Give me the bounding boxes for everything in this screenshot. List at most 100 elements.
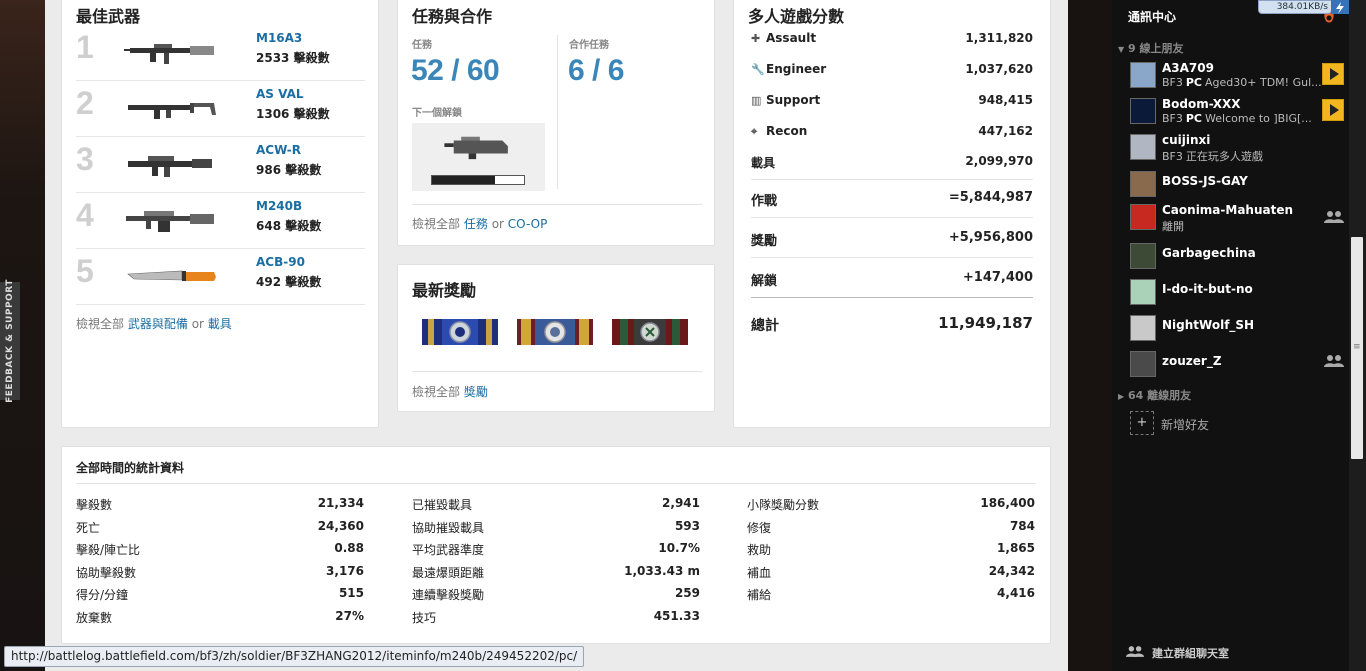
coop-link[interactable]: CO-OP <box>508 217 548 231</box>
scores-divider <box>751 179 1033 180</box>
stat-label: 得分/分鐘 <box>76 588 129 602</box>
awards-footer-prefix: 檢視全部 <box>412 385 461 399</box>
score-value: 447,162 <box>978 124 1033 138</box>
friend-item[interactable]: NightWolf_SH <box>1130 310 1350 342</box>
avatar <box>1130 98 1156 124</box>
weapon-row[interactable]: 2 AS VAL 1306 擊殺數 <box>76 81 365 137</box>
stat-label: 小隊獎勵分數 <box>747 498 820 512</box>
friend-item[interactable]: Garbagechina <box>1130 238 1350 270</box>
unlock-value: +147,400 <box>962 270 1033 285</box>
ribbon-icon[interactable] <box>517 319 593 345</box>
stat-label: 平均武器準度 <box>412 543 485 557</box>
stat-label: 技巧 <box>412 610 437 625</box>
feedback-label: FEEDBACK & SUPPORT <box>5 279 15 403</box>
weapon-kills: 648 擊殺數 <box>256 219 322 233</box>
stat-value: 593 <box>674 518 700 533</box>
group-icon <box>1126 646 1144 657</box>
friend-item[interactable]: Bodom-XXX BF3 PC Welcome to ]BIG[... <box>1130 96 1350 128</box>
ribbon-icon[interactable] <box>422 319 498 345</box>
avatar <box>1130 279 1156 305</box>
next-unlock-box[interactable] <box>412 123 545 191</box>
award-label: 獎勵 <box>751 234 778 249</box>
awards-link[interactable]: 獎勵 <box>464 385 488 399</box>
stat-label: 救助 <box>747 543 772 557</box>
friend-status: BF3 PC Aged30+ TDM! Gul... <box>1162 76 1322 89</box>
total-label: 總計 <box>751 318 779 334</box>
friend-item[interactable]: zouzer_Z <box>1130 346 1350 378</box>
expand-arrow-icon: ▶ <box>1118 392 1125 401</box>
friend-item[interactable]: BOSS-JS-GAY <box>1130 166 1350 198</box>
stat-value: 784 <box>1009 518 1035 533</box>
stat-row: 死亡 24,360 <box>76 519 364 537</box>
online-friends-section[interactable]: ▼ 9 線上朋友 <box>1118 40 1183 56</box>
add-friend-icon: + <box>1130 411 1154 435</box>
friend-name: Garbagechina <box>1162 246 1256 260</box>
friend-name: NightWolf_SH <box>1162 318 1255 332</box>
stat-row: 救助 1,865 <box>747 541 1035 559</box>
unlock-progress-bar <box>431 175 525 185</box>
weapon-row[interactable]: 3 ACW-R 986 擊殺數 <box>76 137 365 193</box>
vehicles-link[interactable]: 載具 <box>208 317 232 331</box>
weapons-equipment-link[interactable]: 武器與配備 <box>128 317 188 331</box>
friend-name: BOSS-JS-GAY <box>1162 174 1248 188</box>
score-value: 1,311,820 <box>965 31 1033 45</box>
rifle-icon <box>128 156 212 177</box>
ammo-icon: ▥ <box>751 94 762 107</box>
join-game-button[interactable] <box>1322 99 1344 121</box>
weapons-footer: 檢視全部 武器與配備 or 載具 <box>76 315 232 332</box>
weapon-rank: 1 <box>76 29 94 65</box>
group-icon[interactable] <box>1324 354 1344 368</box>
weapon-row[interactable]: 5 ACB-90 492 擊殺數 <box>76 249 365 305</box>
latest-awards-card: 最新獎勵 檢視全部 獎勵 <box>397 264 715 412</box>
scores-divider <box>751 217 1033 218</box>
lightning-icon[interactable] <box>1331 0 1349 14</box>
collapse-arrow-icon: ▼ <box>1118 45 1125 54</box>
alltime-divider <box>76 483 1036 484</box>
stat-value: 24,360 <box>317 518 364 533</box>
feedback-support-tab[interactable]: FEEDBACK & SUPPORT <box>0 279 20 403</box>
next-unlock-label: 下一個解鎖 <box>412 108 462 119</box>
join-game-button[interactable] <box>1322 63 1344 85</box>
stat-label: 擊殺數 <box>76 498 113 512</box>
weapon-kills: 2533 擊殺數 <box>256 51 330 65</box>
stat-value: 2,941 <box>662 496 700 510</box>
missions-link[interactable]: 任務 <box>464 217 488 231</box>
unlock-progress-fill <box>432 176 495 184</box>
friend-item[interactable]: Caonima-Mahuaten 離開 <box>1130 202 1350 234</box>
stat-row: 技巧 451.33 <box>412 609 700 627</box>
avatar <box>1130 351 1156 377</box>
weapon-rank: 4 <box>76 197 94 233</box>
stat-row: 最遠爆頭距離 1,033.43 m <box>412 564 700 582</box>
sidebar-scrollbar[interactable]: ≡ <box>1349 0 1366 671</box>
scores-title: 多人遊戲分數 <box>748 7 845 26</box>
stat-row: 擊殺/陣亡比 0.88 <box>76 541 364 559</box>
score-label: Assault <box>766 31 817 45</box>
group-icon[interactable] <box>1324 210 1344 224</box>
scores-divider <box>751 257 1033 258</box>
stat-value: 186,400 <box>980 496 1035 510</box>
add-friend-button[interactable]: + 新增好友 <box>1130 411 1330 437</box>
weapon-row[interactable]: 4 M240B 648 擊殺數 <box>76 193 365 249</box>
friend-name: cuijinxi <box>1162 133 1211 147</box>
friend-item[interactable]: I-do-it-but-no <box>1130 274 1350 306</box>
score-value: 948,415 <box>978 93 1033 107</box>
friend-name: Bodom-XXX <box>1162 97 1241 111</box>
weapon-row[interactable]: 1 M16A3 2533 擊殺數 <box>76 25 365 81</box>
friend-item[interactable]: A3A709 BF3 PC Aged30+ TDM! Gul... <box>1130 60 1350 92</box>
friend-item[interactable]: cuijinxi BF3 正在玩多人遊戲 <box>1130 132 1350 164</box>
missions-label: 任務 <box>412 40 432 51</box>
stat-row: 已摧毀載具 2,941 <box>412 496 700 514</box>
stat-row: 補血 24,342 <box>747 564 1035 582</box>
avatar <box>1130 62 1156 88</box>
avatar <box>1130 243 1156 269</box>
stat-value: 1,033.43 m <box>624 563 700 578</box>
offline-friends-section[interactable]: ▶ 64 離線朋友 <box>1118 387 1191 403</box>
group-chat-button[interactable]: 建立群組聊天室 <box>1126 644 1326 662</box>
stat-row: 補給 4,416 <box>747 586 1035 604</box>
weapon-kills: 492 擊殺數 <box>256 275 322 289</box>
ribbon-icon[interactable] <box>612 319 688 345</box>
platform-label: PC <box>1185 76 1203 89</box>
stat-row: 得分/分鐘 515 <box>76 586 364 604</box>
stat-row: 平均武器準度 10.7% <box>412 541 700 559</box>
scores-total-divider <box>751 297 1033 298</box>
